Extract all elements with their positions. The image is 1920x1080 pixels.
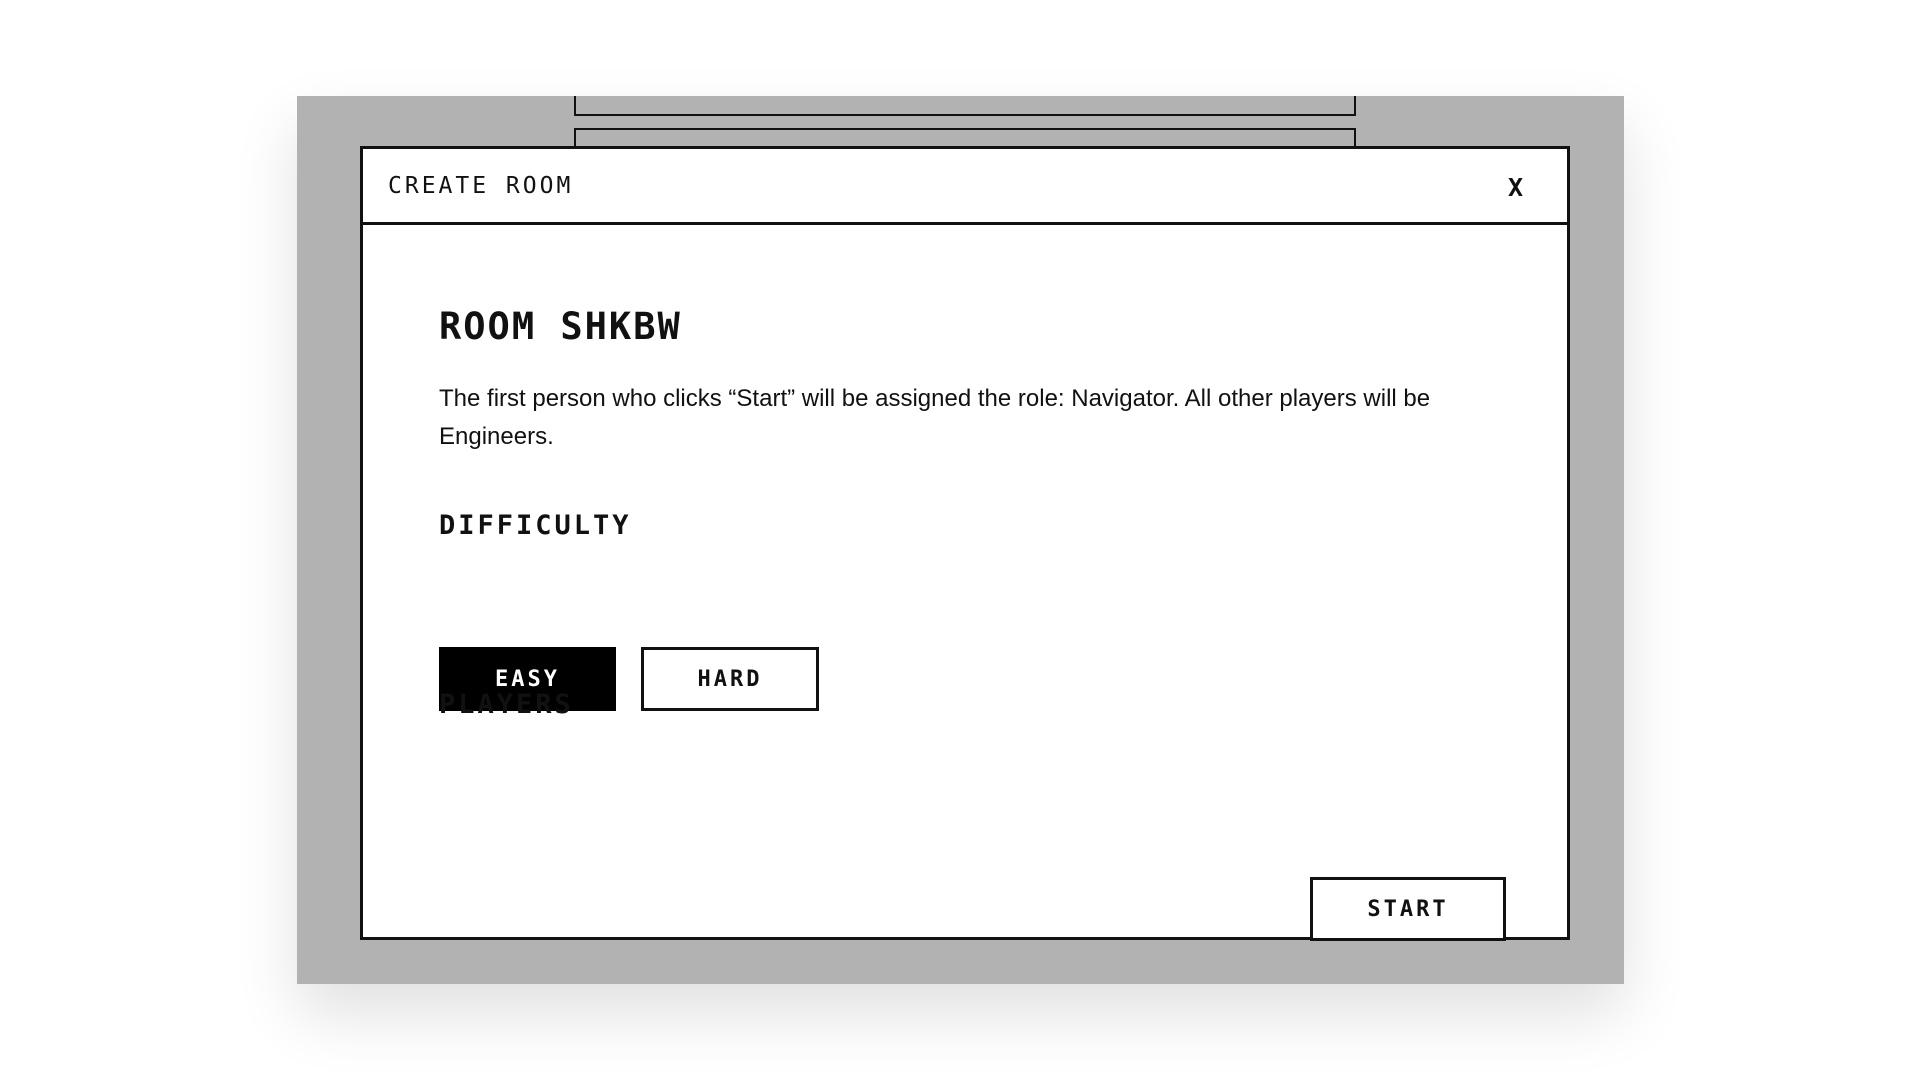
players-label: PLAYERS <box>439 689 574 720</box>
dialog-title: CREATE ROOM <box>388 173 574 199</box>
role-description: The first person who clicks “Start” will… <box>439 385 1431 450</box>
dialog-header: CREATE ROOM X <box>363 149 1567 225</box>
create-room-dialog: CREATE ROOM X ROOM SHKBW The first perso… <box>360 146 1570 941</box>
close-button[interactable]: X <box>1504 169 1527 206</box>
background-panel-edge <box>574 96 1356 116</box>
room-heading: ROOM SHKBW <box>439 305 682 348</box>
difficulty-label: DIFFICULTY <box>439 510 632 541</box>
background-panel-edge <box>574 128 1356 148</box>
start-button[interactable]: START <box>1310 877 1506 941</box>
difficulty-hard-button[interactable]: HARD <box>641 647 819 711</box>
